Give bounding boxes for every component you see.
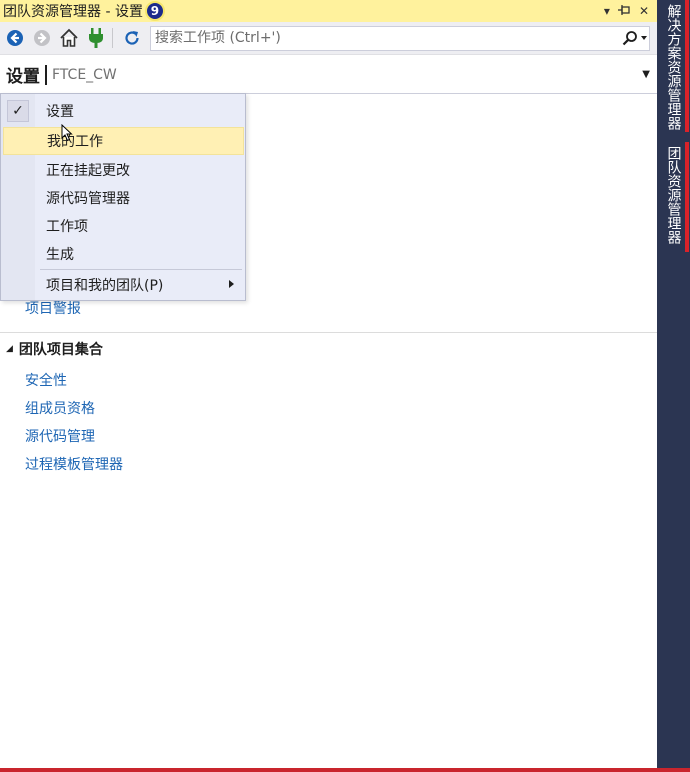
search-dropdown-icon bbox=[640, 36, 647, 40]
link-security[interactable]: 安全性 bbox=[25, 370, 67, 390]
search-box[interactable] bbox=[150, 25, 650, 51]
dock-tab-team-explorer[interactable]: 团队资源管理器 bbox=[657, 142, 690, 254]
window-controls: ▾ ✕ bbox=[604, 4, 657, 18]
collapse-triangle-icon[interactable]: ◢ bbox=[6, 344, 13, 354]
header-separator bbox=[45, 64, 47, 85]
link-project-alerts[interactable]: 项目警报 bbox=[25, 298, 81, 318]
page-title[interactable]: 设置 bbox=[0, 62, 40, 87]
checkmark-icon: ✓ bbox=[7, 100, 29, 122]
chevron-down-icon[interactable]: ▼ bbox=[642, 69, 650, 80]
search-input[interactable] bbox=[151, 27, 619, 49]
menu-item-projects-and-teams[interactable]: 项目和我的团队(P) bbox=[3, 271, 244, 299]
refresh-button[interactable] bbox=[120, 26, 144, 50]
link-source-control[interactable]: 源代码管理 bbox=[25, 426, 95, 446]
search-button[interactable] bbox=[619, 30, 649, 46]
menu-item-settings[interactable]: ✓ 设置 bbox=[3, 97, 244, 125]
title-bar: 团队资源管理器 - 设置 9 ▾ ✕ bbox=[0, 0, 657, 22]
forward-button[interactable] bbox=[30, 26, 54, 50]
window-dropdown-icon[interactable]: ▾ bbox=[604, 5, 610, 17]
menu-item-pending-changes[interactable]: 正在挂起更改 bbox=[3, 156, 244, 184]
notification-badge[interactable]: 9 bbox=[144, 1, 165, 21]
bottom-accent-line bbox=[0, 768, 690, 772]
navigation-menu: ✓ 设置 我的工作 正在挂起更改 源代码管理器 工作项 生成 项目和我的团队(P… bbox=[0, 93, 246, 301]
link-process-template-manager[interactable]: 过程模板管理器 bbox=[25, 454, 123, 474]
menu-item-label: 设置 bbox=[46, 104, 74, 120]
search-icon bbox=[622, 31, 637, 46]
forward-icon bbox=[34, 30, 50, 46]
mouse-cursor-icon bbox=[61, 124, 73, 142]
menu-item-work-items[interactable]: 工作项 bbox=[3, 212, 244, 240]
menu-separator bbox=[40, 269, 242, 270]
window-title: 团队资源管理器 - 设置 bbox=[3, 4, 143, 20]
menu-item-source-control-explorer[interactable]: 源代码管理器 bbox=[3, 184, 244, 212]
back-button[interactable] bbox=[3, 26, 27, 50]
connect-icon bbox=[89, 28, 103, 48]
refresh-icon bbox=[125, 31, 139, 45]
section-header[interactable]: ◢ 团队项目集合 bbox=[6, 339, 103, 359]
home-button[interactable] bbox=[57, 26, 81, 50]
link-group-membership[interactable]: 组成员资格 bbox=[25, 398, 95, 418]
close-icon[interactable]: ✕ bbox=[639, 5, 649, 17]
section-title: 团队项目集合 bbox=[18, 342, 103, 358]
menu-item-label: 源代码管理器 bbox=[46, 191, 130, 207]
pin-icon[interactable] bbox=[617, 4, 631, 18]
toolbar-separator bbox=[112, 28, 113, 48]
menu-item-my-work[interactable]: 我的工作 bbox=[3, 127, 244, 155]
page-header: 设置 FTCE_CW ▼ bbox=[0, 56, 657, 94]
right-dock: 解决方案资源管理器 团队资源管理器 bbox=[657, 0, 690, 772]
connect-button[interactable] bbox=[84, 26, 108, 50]
submenu-arrow-icon bbox=[229, 279, 234, 291]
dock-tab-solution-explorer[interactable]: 解决方案资源管理器 bbox=[657, 0, 690, 134]
menu-item-label: 生成 bbox=[46, 247, 74, 263]
toolbar bbox=[0, 22, 657, 55]
menu-item-builds[interactable]: 生成 bbox=[3, 240, 244, 268]
menu-item-label: 项目和我的团队(P) bbox=[46, 278, 164, 294]
menu-item-label: 正在挂起更改 bbox=[46, 163, 130, 179]
section-divider bbox=[0, 332, 657, 333]
menu-item-label: 工作项 bbox=[46, 219, 88, 235]
back-icon bbox=[7, 30, 23, 46]
menu-item-label: 我的工作 bbox=[47, 134, 103, 150]
project-name: FTCE_CW bbox=[52, 66, 117, 83]
home-icon bbox=[60, 28, 78, 47]
